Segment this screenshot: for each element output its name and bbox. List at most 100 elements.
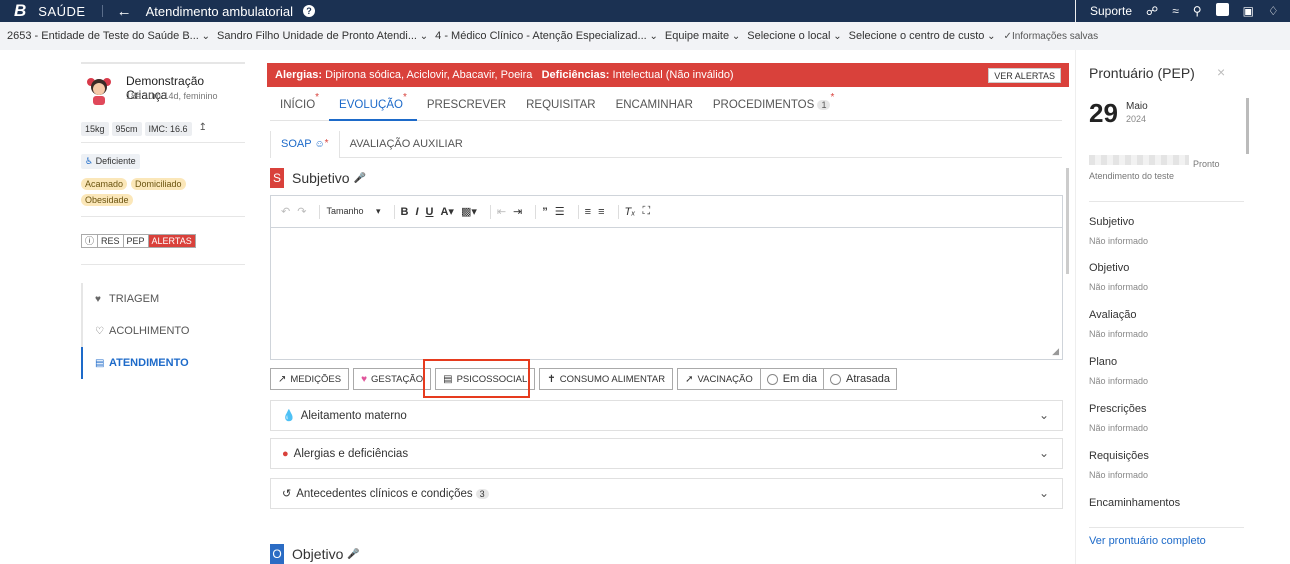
fullscreen-icon[interactable]: ⛶ [642, 205, 650, 218]
editor-toolbar: ↶ ↷ Tamanho ▾ B I U A▾ ▩▾ ⇤ ⇥ ” ☰ ≡ ≡ Tₓ… [271, 196, 1062, 228]
section-title: Objetivo [292, 546, 344, 562]
bold-icon[interactable]: B [401, 206, 409, 218]
undo-icon[interactable]: ↶ [281, 205, 290, 218]
tab-inicio[interactable]: INÍCIO* [270, 92, 329, 121]
page-title: Atendimento ambulatorial [145, 3, 293, 19]
tab-encaminhar[interactable]: ENCAMINHAR [606, 92, 703, 121]
record-scrollbar[interactable] [1246, 98, 1249, 154]
tab-evolucao[interactable]: EVOLUÇÃO* [329, 92, 417, 121]
context-bar: 2653 - Entidade de Teste do Saúde B... S… [0, 22, 1290, 50]
bell-icon[interactable]: ♢ [1268, 4, 1279, 18]
clipboard-icon: ▤ [95, 357, 105, 369]
support-icon[interactable]: ☍ [1146, 4, 1158, 18]
main-scrollbar[interactable] [1066, 168, 1069, 274]
nav-item-triagem[interactable]: ♥ TRIAGEM [81, 283, 245, 315]
clear-format-icon[interactable]: Tₓ [625, 206, 636, 218]
nav-item-acolhimento[interactable]: ♡ ACOLHIMENTO [81, 315, 245, 347]
accordion-alergias[interactable]: ● Alergias e deficiências ⌄ [270, 438, 1063, 469]
tab-soap[interactable]: SOAP ☺* [270, 131, 340, 158]
tab-prescrever[interactable]: PRESCREVER [417, 92, 516, 121]
heartbeat-icon: ♥ [95, 293, 101, 305]
chevron-down-icon[interactable]: ⌄ [1039, 446, 1049, 460]
chevron-down-icon[interactable]: ⌄ [1039, 408, 1049, 422]
record-day: 29 [1089, 98, 1118, 128]
help-icon[interactable]: ? [303, 5, 315, 17]
deficiency-badge: ♿ Deficiente [81, 153, 140, 169]
res-pill[interactable]: RES [98, 235, 124, 247]
italic-icon[interactable]: I [415, 206, 418, 218]
tab-procedimentos[interactable]: PROCEDIMENTOS 1* [703, 92, 845, 121]
tab-label: AVALIAÇÃO AUXILIAR [349, 138, 463, 150]
close-icon[interactable]: × [1217, 64, 1225, 80]
font-size-select[interactable]: Tamanho ▾ [326, 206, 380, 217]
gestacao-button[interactable]: ♥ GESTAÇÃO [353, 368, 432, 390]
quote-icon[interactable]: ” [542, 206, 548, 218]
view-alerts-button[interactable]: VER ALERTAS [988, 68, 1061, 83]
app-logo: B [14, 1, 27, 20]
chart-icon[interactable]: ↥ [199, 122, 207, 136]
atrasada-radio[interactable]: Atrasada [824, 368, 898, 390]
redacted-text [1089, 155, 1189, 165]
specialty-select[interactable]: 4 - Médico Clínico - Atenção Especializa… [435, 30, 658, 42]
nav-label: ACOLHIMENTO [109, 325, 190, 337]
tab-label: REQUISITAR [526, 99, 596, 111]
bullet-list-icon[interactable]: ≡ [585, 206, 591, 218]
text-color-icon[interactable]: A▾ [440, 205, 453, 218]
record-section-value: Não informado [1089, 236, 1149, 246]
alert-circle-icon: ● [282, 447, 289, 460]
tab-avaliacao-auxiliar[interactable]: AVALIAÇÃO AUXILIAR [340, 131, 473, 158]
record-month: Maio [1126, 101, 1148, 112]
app-brand: SAÚDE [38, 3, 86, 19]
record-year: 2024 [1126, 114, 1147, 124]
nav-label: ATENDIMENTO [109, 357, 189, 369]
deficiency-label: Deficiente [95, 156, 136, 166]
outdent-icon[interactable]: ⇤ [497, 205, 506, 218]
underline-icon[interactable]: U [426, 206, 434, 218]
indent-icon[interactable]: ⇥ [513, 205, 522, 218]
microphone-icon[interactable]: 🎤 [354, 173, 366, 184]
cost-center-select[interactable]: Selecione o centro de custo [849, 30, 996, 42]
chevron-down-icon[interactable]: ⌄ [1039, 486, 1049, 500]
vacinacao-button[interactable]: ➚ VACINAÇÃO [677, 368, 761, 390]
pep-pill[interactable]: PEP [124, 235, 149, 247]
gift-icon[interactable]: ▣ [1243, 4, 1254, 18]
location-select[interactable]: Selecione o local [747, 30, 841, 42]
record-section-title: Prescrições [1089, 403, 1147, 415]
required-marker: * [402, 92, 407, 103]
button-label: CONSUMO ALIMENTAR [559, 373, 666, 385]
resize-handle-icon[interactable]: ◢ [1052, 346, 1059, 357]
alert-banner: Alergias: Dipirona sódica, Aciclovir, Ab… [267, 63, 1069, 87]
microphone-icon[interactable]: 🎤 [347, 549, 359, 560]
info-icon[interactable]: ⓘ [82, 235, 99, 247]
divider [81, 264, 245, 265]
accordion-antecedentes[interactable]: ↺ Antecedentes clínicos e condições 3 ⌄ [270, 478, 1063, 509]
wifi-icon: ≈ [1172, 4, 1179, 18]
numbered-list-icon[interactable]: ≡ [598, 206, 604, 218]
highlight-color-icon[interactable]: ▩▾ [461, 205, 477, 218]
back-arrow-icon[interactable]: ← [117, 3, 132, 20]
radio-label: Atrasada [846, 373, 891, 385]
record-section-value: Não informado [1089, 376, 1149, 386]
search-icon[interactable]: ⚲ [1193, 4, 1202, 18]
measurements: 15kg 95cm IMC: 16.6 ↥ [81, 122, 207, 136]
accordion-aleitamento[interactable]: 💧 Aleitamento materno ⌄ [270, 400, 1063, 431]
apps-grid-icon[interactable] [1215, 3, 1229, 19]
divider [319, 204, 321, 219]
view-full-record-link[interactable]: Ver prontuário completo [1089, 535, 1206, 547]
consumo-alimentar-button[interactable]: ✝ CONSUMO ALIMENTAR [539, 368, 674, 390]
alerts-pill[interactable]: ALERTAS [148, 235, 195, 247]
team-select[interactable]: Equipe maite [665, 30, 740, 42]
nav-item-atendimento[interactable]: ▤ ATENDIMENTO [81, 347, 245, 379]
em-dia-radio[interactable]: Em dia [760, 368, 824, 390]
horizontal-rule-icon[interactable]: ☰ [555, 205, 565, 218]
unit-select[interactable]: Sandro Filho Unidade de Pronto Atendi... [217, 30, 428, 42]
redo-icon[interactable]: ↷ [297, 205, 306, 218]
tab-requisitar[interactable]: REQUISITAR [516, 92, 605, 121]
entity-select[interactable]: 2653 - Entidade de Teste do Saúde B... [7, 30, 210, 42]
medicoes-button[interactable]: ↗ MEDIÇÕES [270, 368, 350, 390]
height-chip: 95cm [111, 122, 142, 136]
record-section-value: Não informado [1089, 423, 1149, 433]
support-link[interactable]: Suporte [1090, 4, 1132, 18]
divider [393, 204, 395, 219]
required-marker: * [315, 92, 320, 103]
